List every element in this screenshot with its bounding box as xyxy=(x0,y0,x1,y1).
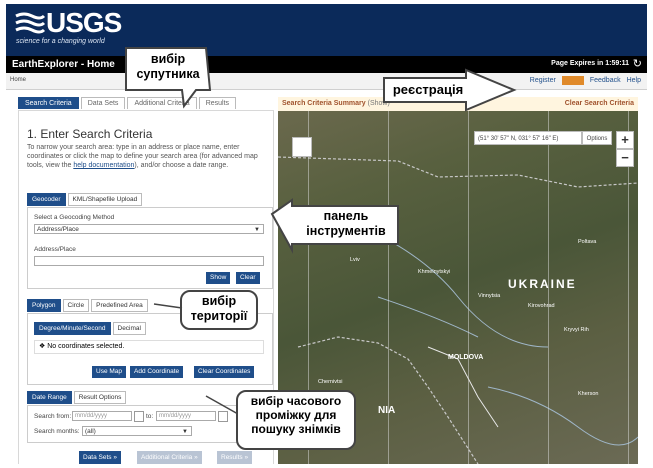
earthexplorer-page: USGS science for a changing world EarthE… xyxy=(6,4,647,464)
annotation-period: вибір часового проміжку для пошуку знімк… xyxy=(250,394,342,436)
